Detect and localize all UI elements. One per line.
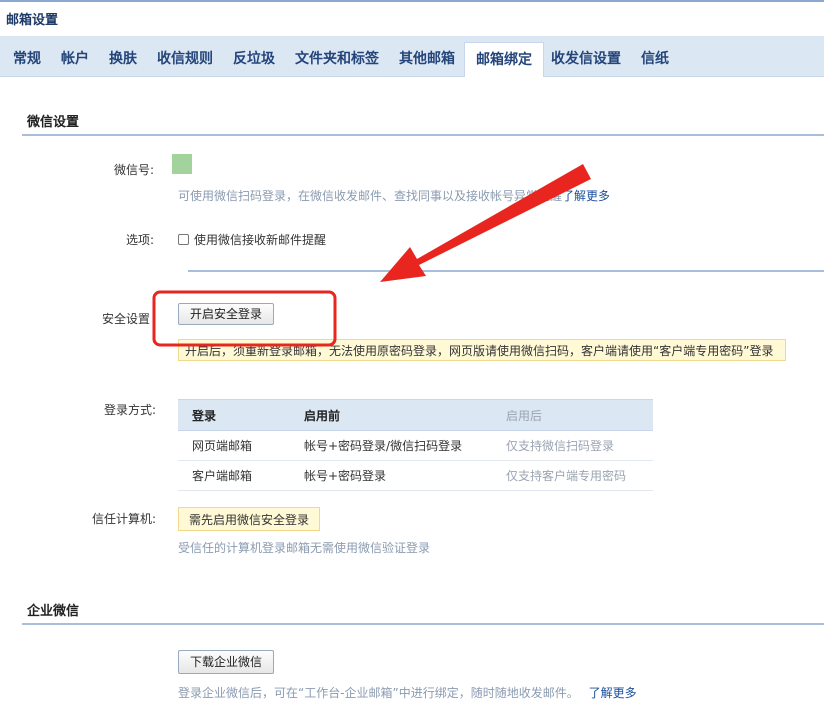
table-cell: 仅支持客户端专用密码 [505, 460, 653, 491]
tab-anti-spam[interactable]: 反垃圾 [233, 48, 275, 68]
settings-tab-bar: 常规 帐户 换肤 收信规则 反垃圾 文件夹和标签 其他邮箱 邮箱绑定 收发信设置… [0, 36, 824, 77]
table-cell: 帐号+密码登录 [303, 460, 505, 491]
options-label: 选项: [125, 233, 154, 247]
table-row: 客户端邮箱 帐号+密码登录 仅支持客户端专用密码 [178, 460, 653, 491]
enable-secure-login-button[interactable]: 开启安全登录 [178, 303, 275, 325]
tab-skin[interactable]: 换肤 [109, 48, 137, 68]
enterprise-learn-more-link[interactable]: 了解更多 [589, 686, 637, 700]
download-enterprise-wechat-button[interactable]: 下载企业微信 [178, 650, 275, 674]
tab-other-mailbox[interactable]: 其他邮箱 [399, 48, 455, 68]
trusted-requirement-badge: 需先启用微信安全登录 [178, 507, 321, 531]
wechat-id-label: 微信号: [113, 163, 154, 177]
section-divider [22, 134, 824, 136]
security-label: 安全设置 [101, 312, 150, 326]
enterprise-hint-text: 登录企业微信后，可在“工作台-企业邮箱”中进行绑定，随时随地收发邮件。 [178, 686, 579, 700]
table-cell: 仅支持微信扫码登录 [505, 430, 653, 461]
wechat-hint-text: 可使用微信扫码登录，在微信收发邮件、查找同事以及接收帐号异常提醒 [178, 189, 563, 203]
login-method-table: 登录 启用前 启用后 网页端邮箱 帐号+密码登录/微信扫码登录 仅支持微信扫码登… [178, 399, 653, 491]
col-header-before: 启用前 [303, 399, 505, 431]
table-cell: 帐号+密码登录/微信扫码登录 [303, 430, 505, 461]
wechat-section-title: 微信设置 [27, 115, 80, 130]
trusted-hint: 受信任的计算机登录邮箱无需使用微信验证登录 [178, 541, 431, 555]
tab-account[interactable]: 帐户 [61, 48, 89, 68]
security-warning: 开启后，须重新登录邮箱，无法使用原密码登录，网页版请使用微信扫码，客户端请使用“… [178, 339, 786, 361]
wechat-hint: 可使用微信扫码登录，在微信收发邮件、查找同事以及接收帐号异常提醒了解更多 [178, 187, 610, 204]
page-title: 邮箱设置 [6, 13, 59, 28]
tab-send-receive-settings[interactable]: 收发信设置 [551, 48, 621, 68]
settings-content: 微信设置 微信号: 可使用微信扫码登录，在微信收发邮件、查找同事以及接收帐号异常… [0, 77, 824, 707]
table-header-row: 登录 启用前 启用后 [178, 399, 653, 431]
tab-mailbox-binding[interactable]: 邮箱绑定 [464, 42, 544, 77]
tab-folders-labels[interactable]: 文件夹和标签 [295, 48, 379, 68]
tab-general[interactable]: 常规 [13, 48, 41, 68]
trusted-computer-label: 信任计算机: [91, 512, 156, 526]
login-method-label: 登录方式: [103, 403, 156, 417]
notify-checkbox-label[interactable]: 使用微信接收新邮件提醒 [194, 231, 326, 248]
options-divider [188, 270, 824, 272]
col-header-after: 启用后 [505, 399, 653, 431]
enterprise-hint: 登录企业微信后，可在“工作台-企业邮箱”中进行绑定，随时随地收发邮件。 了解更多 [178, 684, 637, 701]
enterprise-section-title: 企业微信 [27, 604, 80, 619]
notify-checkbox[interactable] [178, 234, 189, 245]
col-header-login: 登录 [178, 399, 303, 431]
table-cell: 客户端邮箱 [178, 460, 303, 491]
tab-stationery[interactable]: 信纸 [641, 48, 669, 68]
table-row: 网页端邮箱 帐号+密码登录/微信扫码登录 仅支持微信扫码登录 [178, 430, 653, 461]
wechat-avatar [172, 154, 192, 174]
wechat-learn-more-link[interactable]: 了解更多 [562, 189, 610, 203]
section-divider [22, 623, 824, 625]
top-border [0, 0, 824, 2]
tab-receive-rules[interactable]: 收信规则 [157, 48, 213, 68]
table-cell: 网页端邮箱 [178, 430, 303, 461]
